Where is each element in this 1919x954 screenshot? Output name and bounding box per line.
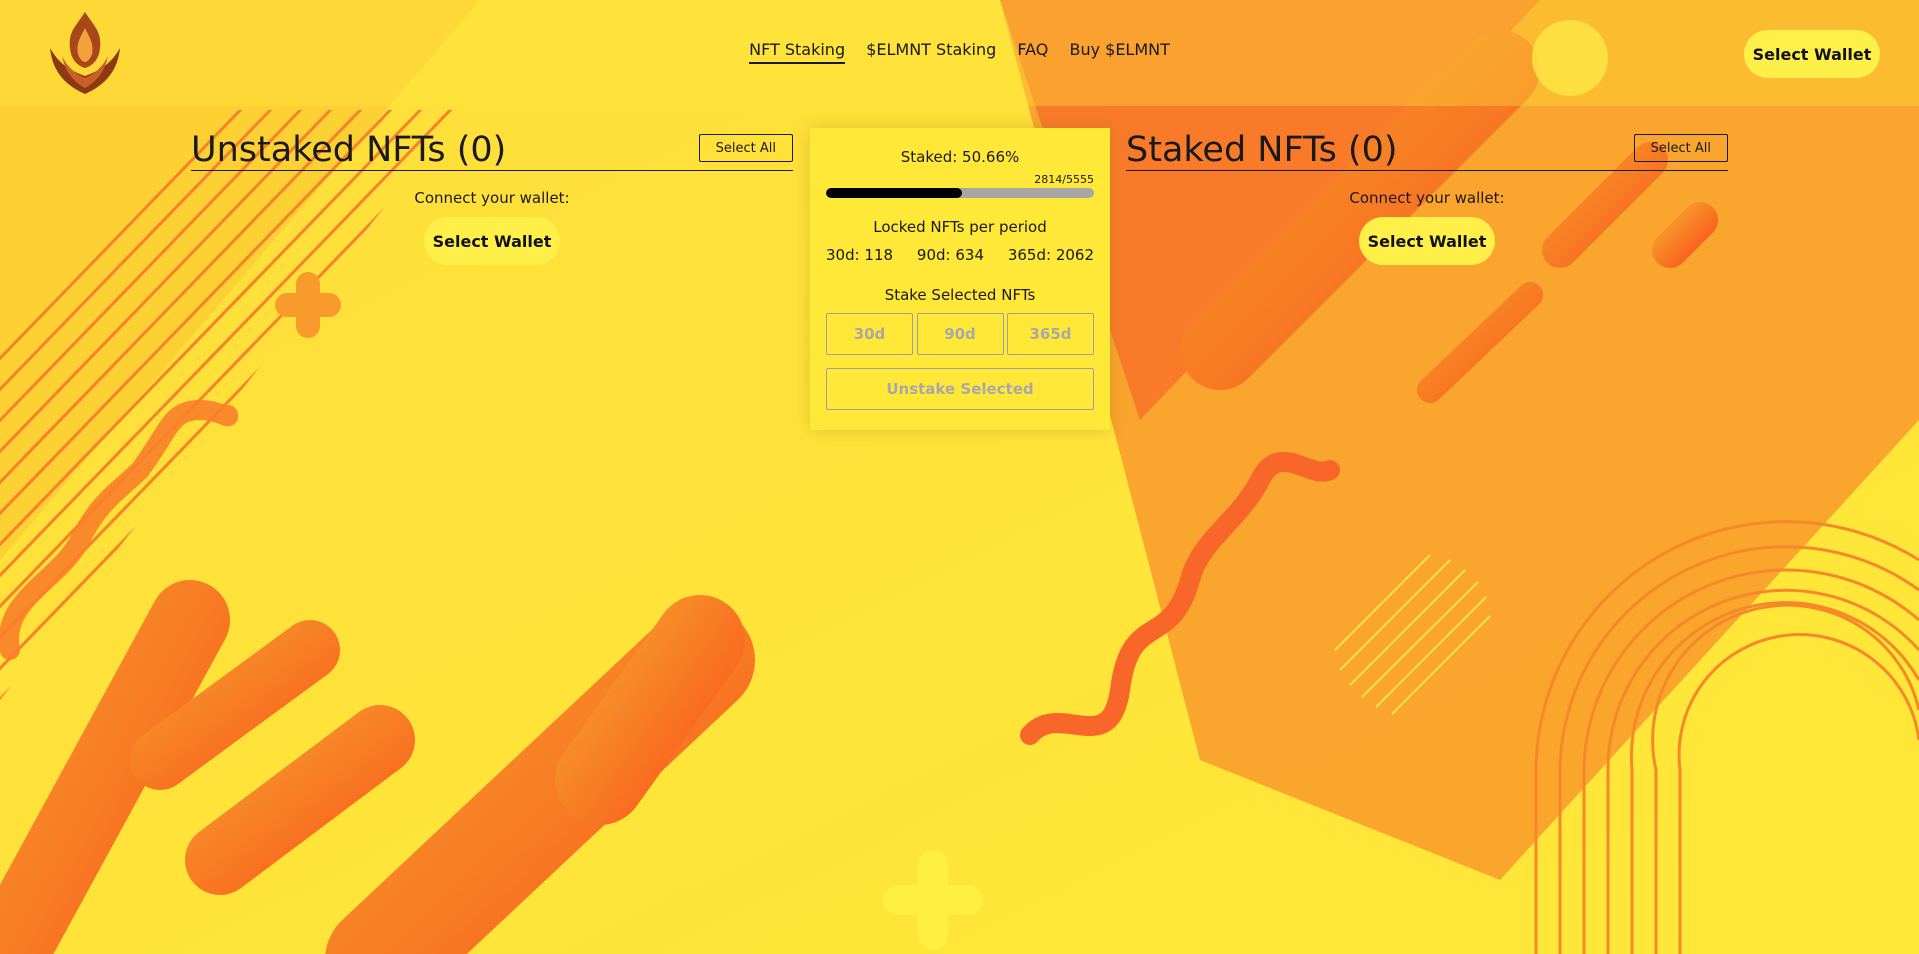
main-nav: NFT Staking $ELMNT Staking FAQ Buy $ELMN…	[0, 40, 1919, 64]
locked-365d: 365d: 2062	[1007, 246, 1094, 264]
header-select-wallet-button[interactable]: Select Wallet	[1744, 30, 1880, 78]
staked-connect-label: Connect your wallet:	[1349, 189, 1505, 207]
locked-90d: 90d: 634	[916, 246, 984, 264]
stake-90d-button[interactable]: 90d	[916, 313, 1004, 355]
locked-nfts-title: Locked NFTs per period	[873, 218, 1047, 236]
staked-progress-fill	[826, 188, 962, 198]
nav-nft-staking[interactable]: NFT Staking	[749, 40, 846, 64]
staked-count: 2814/5555	[1034, 173, 1094, 186]
unstaked-select-all-button[interactable]: Select All	[698, 134, 793, 162]
stake-selected-title: Stake Selected NFTs	[884, 286, 1036, 304]
staked-select-wallet-button[interactable]: Select Wallet	[1359, 217, 1495, 265]
stake-30d-button[interactable]: 30d	[826, 313, 913, 355]
locked-30d: 30d: 118	[826, 246, 894, 264]
top-nav-bar: NFT Staking $ELMNT Staking FAQ Buy $ELMN…	[0, 0, 1919, 106]
nav-elmnt-staking[interactable]: $ELMNT Staking	[866, 40, 996, 62]
stake-period-buttons: 30d 90d 365d	[826, 313, 1094, 355]
staked-progress-bar	[826, 188, 1094, 198]
staking-summary-card: Staked: 50.66% 2814/5555 Locked NFTs per…	[810, 128, 1110, 430]
nav-faq[interactable]: FAQ	[1017, 40, 1048, 62]
stake-365d-button[interactable]: 365d	[1007, 313, 1094, 355]
flame-logo-icon[interactable]	[42, 8, 128, 98]
staked-select-all-button[interactable]: Select All	[1633, 134, 1728, 162]
locked-nfts-row: 30d: 118 90d: 634 365d: 2062	[826, 246, 1094, 264]
staked-nfts-panel: Staked NFTs (0) Select All Connect your …	[1126, 130, 1728, 265]
unstaked-panel-header: Unstaked NFTs (0) Select All	[191, 130, 793, 171]
unstaked-connect-label: Connect your wallet:	[414, 189, 570, 207]
nav-buy-elmnt[interactable]: Buy $ELMNT	[1069, 40, 1169, 62]
staked-percentage: Staked: 50.66%	[900, 148, 1020, 166]
unstake-selected-button[interactable]: Unstake Selected	[826, 368, 1094, 410]
staked-panel-header: Staked NFTs (0) Select All	[1126, 130, 1728, 171]
unstaked-nfts-panel: Unstaked NFTs (0) Select All Connect you…	[191, 130, 793, 265]
unstaked-select-wallet-button[interactable]: Select Wallet	[424, 217, 560, 265]
